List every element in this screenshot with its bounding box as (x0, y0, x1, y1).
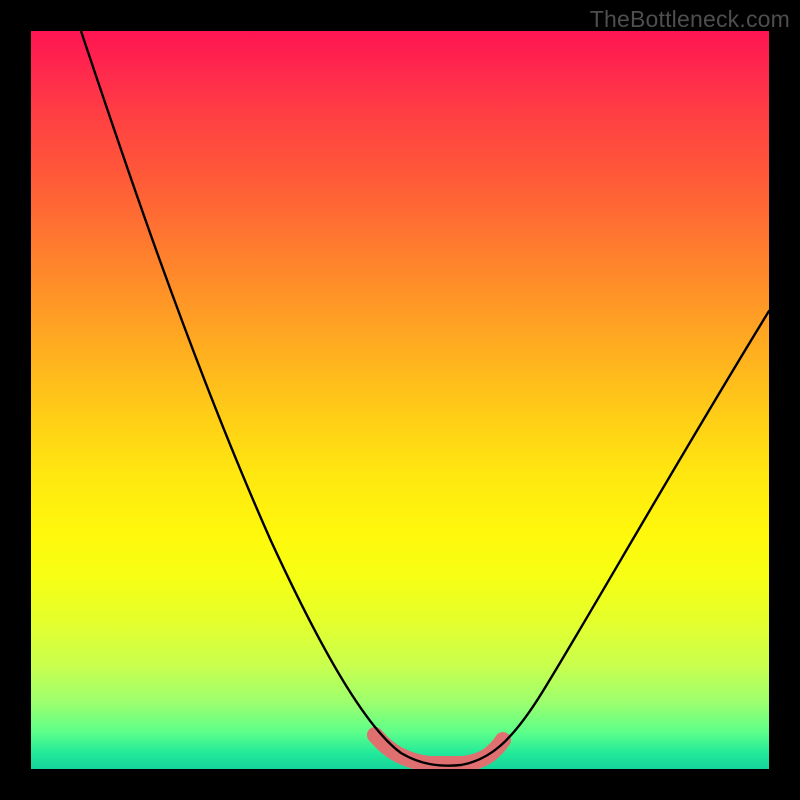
valley-band (375, 735, 503, 764)
plot-area (31, 31, 769, 769)
curve-layer (31, 31, 769, 769)
chart-frame: TheBottleneck.com (0, 0, 800, 800)
bottleneck-curve (81, 31, 769, 766)
watermark-text: TheBottleneck.com (590, 6, 790, 33)
